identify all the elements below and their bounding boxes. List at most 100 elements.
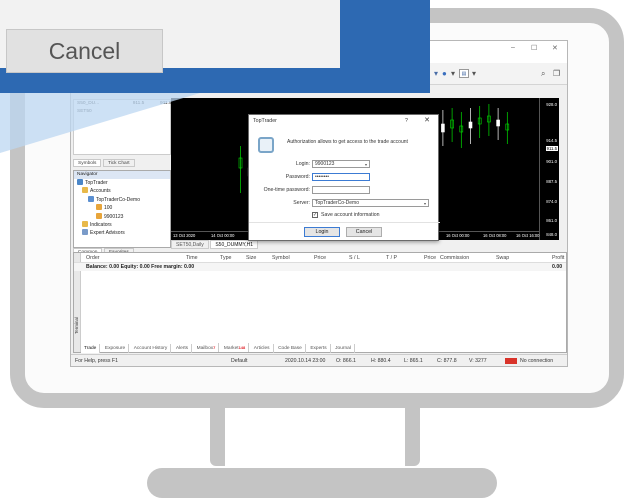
search-icon[interactable]: ⌕	[541, 69, 545, 79]
dropdown-icon[interactable]: ▾	[472, 69, 476, 78]
nav-item-toptrader[interactable]: TopTrader	[74, 179, 170, 187]
monitor-stand-base	[147, 468, 497, 498]
cancel-button[interactable]: Cancel	[346, 227, 382, 237]
save-account-label: Save account information	[321, 212, 380, 218]
nav-item-account-100[interactable]: 100	[74, 204, 170, 212]
dropdown-icon[interactable]: ▾	[451, 69, 455, 78]
market-badge: 148	[238, 345, 246, 350]
arrow-icon[interactable]: ▾	[434, 69, 438, 78]
tab-trade[interactable]: Trade	[81, 344, 101, 353]
login-dialog: TopTrader ? ✕ Authorization allows to ge…	[248, 114, 440, 241]
column-header[interactable]: T / P	[386, 253, 397, 263]
tab-label: Code Base	[278, 346, 302, 351]
tab-s50-dummy-h1[interactable]: S50_DUMMY,H1	[210, 240, 259, 249]
nav-label: 9900123	[104, 213, 124, 220]
column-header[interactable]: Price	[424, 253, 436, 263]
expert-icon	[82, 229, 88, 236]
tab-label: Trade	[84, 346, 97, 351]
nav-item-accounts[interactable]: Accounts	[74, 187, 170, 195]
time-tick: 16 Oct 16:00	[516, 233, 540, 238]
template-icon[interactable]: ▤	[459, 69, 469, 78]
column-header[interactable]: Size	[246, 253, 256, 263]
tab-mailbox[interactable]: Mailbox7	[194, 343, 220, 352]
maximize-icon[interactable]: ☐	[531, 44, 537, 52]
help-icon[interactable]: ?	[405, 115, 408, 127]
column-header[interactable]: S / L	[349, 253, 360, 263]
tab-alerts[interactable]: Alerts	[173, 344, 193, 353]
nav-item-indicators[interactable]: Indicators	[74, 220, 170, 229]
minimize-icon[interactable]: –	[511, 44, 515, 51]
server-select[interactable]: TopTraderCo-Demo ▾	[312, 199, 429, 207]
column-header[interactable]: Swap	[496, 253, 509, 263]
server-icon	[88, 195, 94, 202]
nav-item-account-9900123[interactable]: 9900123	[74, 212, 170, 221]
status-close: C: 877.8	[437, 358, 457, 364]
candle-body	[468, 121, 473, 129]
balance-row: Balance: 0.00 Equity: 0.00 Free margin: …	[74, 263, 566, 271]
column-header[interactable]: Commission	[440, 253, 469, 263]
column-header[interactable]: Profit	[552, 253, 564, 263]
status-profile: Default	[231, 358, 248, 364]
tab-experts[interactable]: Experts	[307, 344, 331, 353]
terminal-header: Order Time Type Size Symbol Price S / L …	[74, 253, 566, 263]
chevron-down-icon[interactable]: ▾	[365, 161, 367, 168]
otp-field[interactable]	[312, 186, 370, 194]
lock-icon	[258, 137, 274, 153]
save-row: ✓ Save account information	[249, 211, 440, 220]
otp-row: One-time password:	[249, 186, 440, 195]
mailbox-badge: 7	[213, 345, 216, 350]
user-icon	[96, 212, 102, 219]
close-icon[interactable]: ✕	[424, 115, 430, 127]
dialog-title-bar: TopTrader ? ✕	[249, 115, 438, 127]
chat-icon[interactable]: ❐	[553, 69, 560, 78]
tab-articles[interactable]: Articles	[251, 344, 274, 353]
user-icon	[96, 204, 102, 211]
column-header[interactable]: Time	[186, 253, 198, 263]
password-field[interactable]: ••••••••	[312, 173, 370, 181]
nav-label: Indicators	[90, 221, 112, 228]
chart-tabs: SET50,Daily S50_DUMMY,H1	[171, 240, 259, 249]
status-volume: V: 3277	[469, 358, 487, 364]
login-value: 9900123	[315, 161, 335, 167]
time-tick: 13 Oct 2020	[173, 233, 196, 238]
column-header[interactable]: Type	[220, 253, 231, 263]
dialog-title: TopTrader	[253, 118, 277, 124]
close-icon[interactable]: ✕	[552, 44, 558, 52]
login-field[interactable]: 9900123 ▾	[312, 160, 370, 168]
tab-label: Articles	[253, 346, 270, 351]
server-value: TopTraderCo-Demo	[315, 200, 359, 206]
nav-label: 100	[104, 205, 113, 212]
zoom-connector	[0, 93, 200, 153]
chevron-down-icon[interactable]: ▾	[424, 200, 426, 207]
login-label: Login:	[295, 161, 310, 167]
tab-label: Mailbox	[196, 346, 214, 351]
tab-exposure[interactable]: Exposure	[102, 344, 130, 353]
tab-market[interactable]: Market148	[221, 343, 250, 352]
otp-label: One-time password:	[263, 187, 310, 193]
clock-icon[interactable]: ●	[442, 69, 447, 78]
status-help: For Help, press F1	[75, 358, 118, 364]
time-tick: 16 Oct 00:00	[446, 233, 470, 238]
save-account-checkbox[interactable]: ✓	[312, 212, 318, 218]
tab-code-base[interactable]: Code Base	[275, 344, 306, 353]
price-tick: 874.0	[546, 199, 557, 204]
balance-summary: Balance: 0.00 Equity: 0.00 Free margin: …	[86, 264, 195, 270]
tab-account-history[interactable]: Account History	[131, 344, 172, 353]
status-open: O: 866.1	[336, 358, 356, 364]
login-button[interactable]: Login	[304, 227, 340, 237]
column-header[interactable]: Symbol	[272, 253, 290, 263]
column-header[interactable]: Order	[86, 253, 100, 263]
nav-item-expert-advisors[interactable]: Expert Advisors	[74, 229, 170, 237]
zoom-callout: Cancel	[0, 0, 430, 93]
tab-journal[interactable]: Journal	[332, 344, 355, 353]
tab-set50-daily[interactable]: SET50,Daily	[171, 240, 209, 249]
connection-bars-icon	[505, 358, 517, 364]
nav-item-server[interactable]: TopTraderCo-Demo	[74, 195, 170, 204]
tab-label: Market	[223, 346, 239, 351]
time-tick: 14 Oct 00:00	[211, 233, 235, 238]
illustration: – ☐ ✕ ▾ ● ▾ ▤ ▾ ⌕ ❐ S50_DU... 911.5 911.…	[0, 0, 631, 504]
column-header[interactable]: Price	[314, 253, 326, 263]
zoomed-cancel-button[interactable]: Cancel	[6, 29, 163, 73]
status-connection: No connection	[520, 358, 554, 364]
price-tick: 848.0	[546, 232, 557, 237]
